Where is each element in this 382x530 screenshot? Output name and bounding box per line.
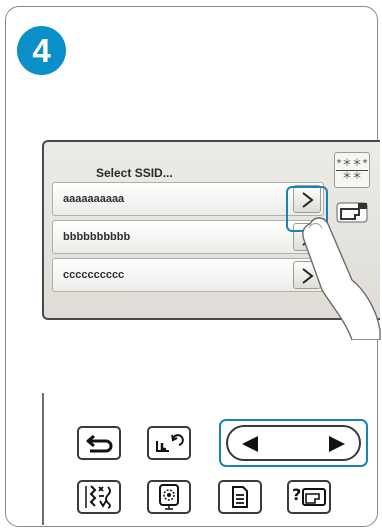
panel-divider <box>42 393 44 525</box>
pointer-nav-buttons[interactable] <box>226 425 361 461</box>
manual-button[interactable] <box>218 480 262 514</box>
presser-foot-rotate-icon <box>156 434 184 452</box>
ssid-label: bbbbbbbbbb <box>63 231 131 243</box>
stitch-pattern-icon <box>85 485 111 509</box>
ssid-row[interactable]: cccccccccc <box>52 258 324 292</box>
ssid-label: cccccccccc <box>63 269 125 281</box>
svg-text:?: ? <box>292 485 301 504</box>
back-arrow-icon <box>86 434 113 453</box>
password-mask-line1: *＊＊* <box>335 158 369 171</box>
document-icon <box>232 486 248 508</box>
embroidery-button[interactable] <box>147 480 191 514</box>
left-arrow-icon[interactable] <box>240 435 260 453</box>
right-arrow-icon[interactable] <box>327 435 347 453</box>
screen-title: Select SSID... <box>96 166 173 180</box>
ssid-row[interactable]: aaaaaaaaaa <box>52 182 324 216</box>
pointing-finger-icon <box>302 217 381 340</box>
step-number-badge: 4 <box>17 26 66 75</box>
help-machine-icon: ? <box>292 485 326 506</box>
presser-foot-button[interactable] <box>147 426 191 460</box>
ssid-label: aaaaaaaaaa <box>63 193 125 205</box>
password-mask-line2: ＊＊ <box>342 171 362 182</box>
stitch-pattern-button[interactable] <box>77 480 121 514</box>
back-button[interactable] <box>77 426 121 460</box>
ssid-row[interactable]: bbbbbbbbbb <box>52 220 324 254</box>
embroidery-icon <box>159 484 179 510</box>
help-button[interactable]: ? <box>287 480 331 514</box>
password-entry-button[interactable]: *＊＊* ＊＊ <box>334 152 370 188</box>
